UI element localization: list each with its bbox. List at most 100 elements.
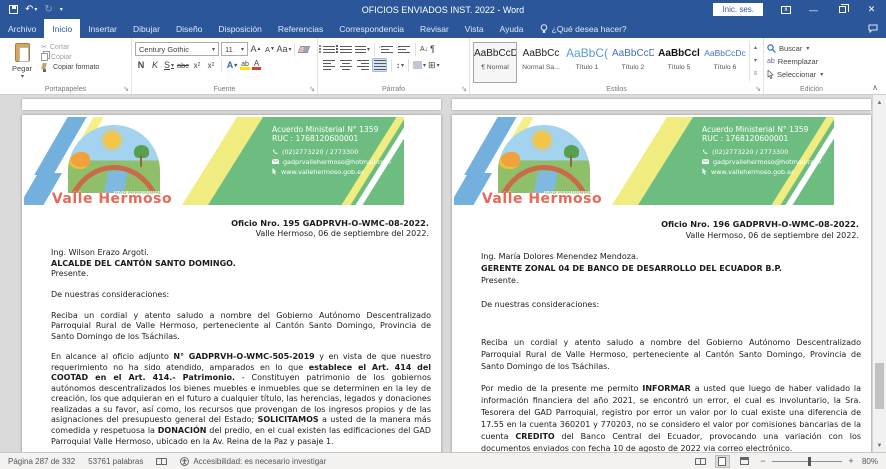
zoom-level[interactable]: 80% (862, 457, 878, 466)
close-button[interactable]: ✕ (857, 0, 886, 19)
tab-vista[interactable]: Vista (457, 19, 492, 38)
multilevel-list-button[interactable]: ▾ (355, 42, 370, 56)
zoom-in-button[interactable]: + (847, 456, 855, 466)
style-normal-sa[interactable]: AaBbCc Normal Sa... (519, 42, 563, 83)
previous-page-edge (452, 99, 871, 110)
format-painter-button[interactable]: Copiar formato (41, 63, 99, 72)
shrink-font-button[interactable]: A▼ (264, 42, 276, 56)
borders-button[interactable]: ⊞▾ (428, 60, 440, 71)
bullets-button[interactable] (321, 42, 336, 56)
minimize-button[interactable]: — (799, 0, 828, 19)
print-layout-button[interactable] (715, 455, 730, 468)
dialog-launcher-icon[interactable]: ⇘ (123, 85, 129, 93)
word-count[interactable]: 53761 palabras (88, 457, 143, 466)
tab-diseno[interactable]: Diseño (168, 19, 210, 38)
find-button[interactable]: Buscar▾ (767, 42, 856, 54)
cut-button[interactable]: ✂ Cortar (41, 43, 99, 51)
paint-bucket-icon (413, 61, 422, 69)
grow-font-button[interactable]: A▲ (250, 42, 262, 56)
bold-button[interactable]: N (135, 58, 147, 72)
change-case-button[interactable]: Aa▾ (278, 42, 290, 56)
style-titulo-6[interactable]: AaBbCcDc Título 6 (703, 42, 747, 83)
increase-indent-button[interactable] (396, 42, 411, 56)
replace-button[interactable]: ab Reemplazar (767, 55, 856, 67)
accessibility-status[interactable]: Accesibilidad: es necesario investigar (180, 457, 326, 466)
scroll-down-icon[interactable]: ▼ (873, 439, 886, 452)
document-page-2[interactable]: Acuerdo Ministerial N° 1359 RUC : 176812… (452, 115, 871, 452)
highlight-color-button[interactable]: ab (240, 61, 250, 70)
strikethrough-button[interactable]: abc (177, 58, 189, 72)
styles-more-icon[interactable]: ≡ (750, 67, 761, 80)
tab-disposicion[interactable]: Disposición (210, 19, 269, 38)
undo-icon[interactable]: ↶▾ (25, 4, 37, 15)
scrollbar-thumb[interactable] (875, 363, 884, 409)
underline-button[interactable]: S▾ (163, 58, 175, 72)
scroll-up-icon[interactable]: ▲ (873, 96, 886, 109)
select-button[interactable]: Seleccionar▾ (767, 68, 856, 80)
palm-tree-icon (134, 145, 149, 158)
document-page-1[interactable]: Acuerdo Ministerial N° 1359 RUC : 176812… (22, 115, 441, 452)
collapse-ribbon-icon[interactable]: ∧ (872, 83, 878, 92)
font-size-combo[interactable]: 11▾ (221, 42, 248, 56)
justify-button[interactable] (372, 58, 387, 72)
oficio-date: Valle Hermoso, 06 de septiembre del 2022… (481, 230, 859, 242)
tab-insertar[interactable]: Insertar (80, 19, 125, 38)
tab-correspondencia[interactable]: Correspondencia (331, 19, 412, 38)
ruc-text: RUC : 1768120600001 (272, 134, 391, 143)
letter-body[interactable]: Oficio Nro. 196 GADPRVH-O-WMC-08-2022. V… (452, 205, 871, 452)
phone-text: (02)2773220 / 2773300 (712, 148, 788, 156)
redo-icon[interactable]: ↻ (44, 4, 52, 15)
sign-in-button[interactable]: Inic. ses. (713, 3, 763, 16)
feedback-icon[interactable] (860, 19, 886, 38)
dialog-launcher-icon[interactable]: ⇘ (755, 85, 761, 93)
numbering-button[interactable] (338, 42, 353, 56)
dialog-launcher-icon[interactable]: ⇘ (461, 85, 467, 93)
customize-qat-icon[interactable]: ▾ (60, 6, 63, 13)
restore-button[interactable] (828, 0, 857, 19)
sort-button[interactable]: A↓ (420, 46, 428, 53)
save-icon[interactable] (9, 5, 18, 14)
text-effects-button[interactable]: A▾ (226, 58, 238, 72)
tab-referencias[interactable]: Referencias (270, 19, 331, 38)
superscript-button[interactable]: x2 (205, 58, 217, 72)
proofing-status-icon[interactable] (156, 458, 167, 465)
dialog-launcher-icon[interactable]: ⇘ (309, 85, 315, 93)
style-titulo-2[interactable]: AaBbCcD Título 2 (611, 42, 655, 83)
tab-revisar[interactable]: Revisar (412, 19, 457, 38)
read-mode-button[interactable] (693, 455, 708, 468)
font-color-button[interactable]: A (252, 60, 261, 70)
ribbon-display-options-icon[interactable]: ∧ (773, 0, 799, 19)
style-titulo-5[interactable]: AaBbCcl Título 5 (657, 42, 701, 83)
tab-ayuda[interactable]: Ayuda (492, 19, 532, 38)
vertical-scrollbar[interactable]: ▲ ▼ (872, 95, 886, 452)
decrease-indent-button[interactable] (379, 42, 394, 56)
align-left-button[interactable] (321, 58, 336, 72)
clear-formatting-button[interactable] (299, 46, 309, 53)
zoom-out-button[interactable]: − (759, 456, 767, 466)
font-family-combo[interactable]: Century Gothic▾ (135, 42, 219, 56)
line-spacing-button[interactable]: ↕▾ (396, 61, 404, 70)
styles-scroll-up-icon[interactable]: ▴ (750, 41, 761, 54)
subscript-button[interactable]: x2 (191, 58, 203, 72)
web-layout-button[interactable] (737, 455, 752, 468)
style-titulo-1[interactable]: AaBbC( Título 1 (565, 42, 609, 83)
tell-me-box[interactable]: ¿Qué desea hacer? (532, 19, 635, 38)
phone-text: (02)2773220 / 2773300 (282, 148, 358, 156)
copy-button[interactable]: Copiar (41, 53, 99, 61)
letterhead-banner: Acuerdo Ministerial N° 1359 RUC : 176812… (24, 117, 439, 205)
italic-button[interactable]: K (149, 58, 161, 72)
shading-button[interactable]: ▾ (413, 61, 426, 69)
group-label: Fuente (132, 86, 317, 93)
style-normal[interactable]: AaBbCcD ¶ Normal (473, 42, 517, 83)
align-center-button[interactable] (338, 58, 353, 72)
tab-archivo[interactable]: Archivo (0, 19, 44, 38)
tab-dibujar[interactable]: Dibujar (125, 19, 168, 38)
tab-inicio[interactable]: Inicio (44, 19, 80, 38)
styles-scroll-down-icon[interactable]: ▾ (750, 54, 761, 67)
pilcrow-button[interactable]: ¶ (430, 44, 435, 54)
letter-body[interactable]: Oficio Nro. 195 GADPRVH-O-WMC-08-2022. V… (22, 205, 441, 452)
page-indicator[interactable]: Página 287 de 332 (8, 457, 75, 466)
align-right-button[interactable] (355, 58, 370, 72)
zoom-slider-thumb[interactable] (808, 457, 811, 466)
paste-button[interactable]: Pegar ▾ (3, 41, 41, 81)
